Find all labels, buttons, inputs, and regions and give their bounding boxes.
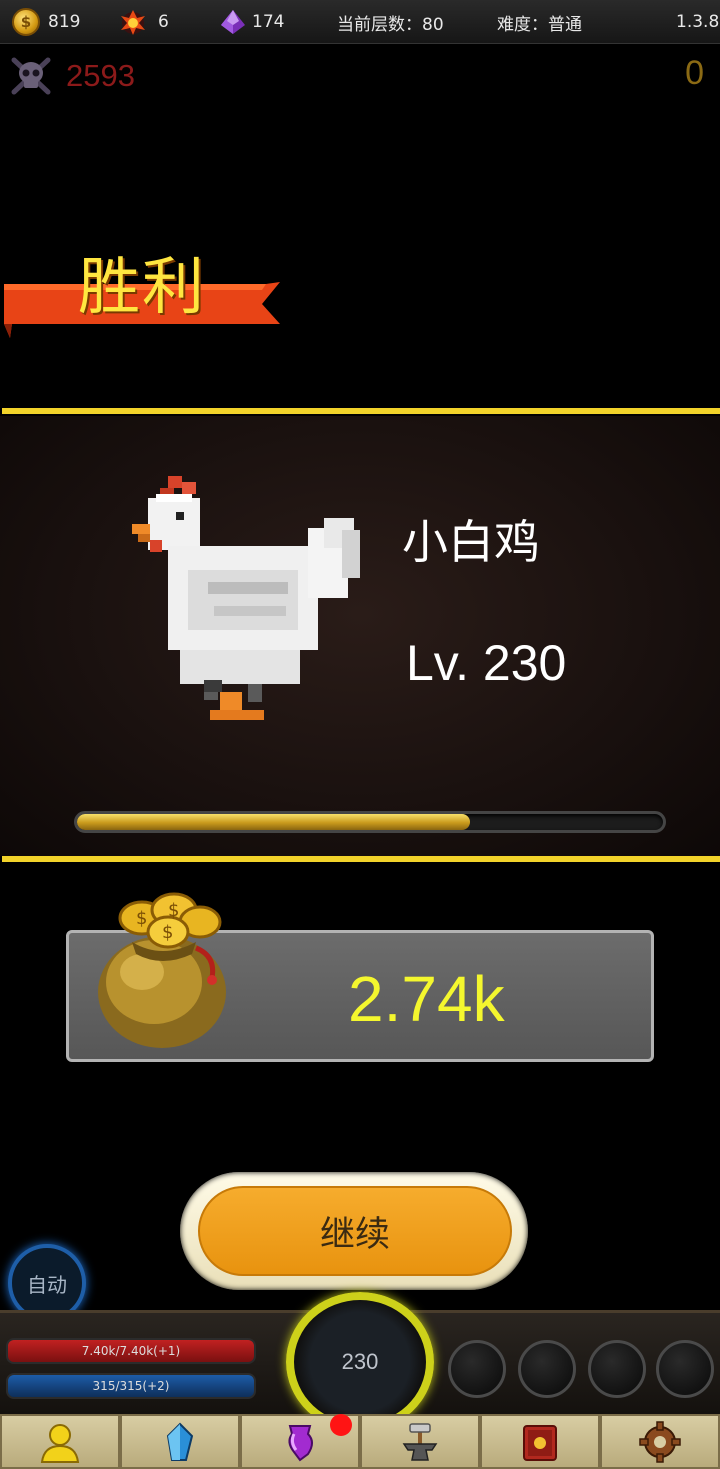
victory-title: 胜利 [78,250,207,323]
nav-character[interactable] [0,1414,120,1469]
skill-slot-4[interactable] [656,1340,714,1398]
floor-label: 当前层数：80 [337,14,444,35]
monster-name: 小白鸡 [402,515,540,569]
svg-text:$: $ [168,900,179,921]
hp-bar: 7.40k/7.40k(+1) [6,1338,256,1364]
divider-top [2,408,720,414]
player-level-orb[interactable]: 230 [286,1292,434,1432]
svg-text:$: $ [136,908,147,929]
skill-slot-1[interactable] [448,1340,506,1398]
monster-progress-bar [74,811,666,833]
gear-icon [639,1420,681,1463]
version-label: 1.3.8 [676,12,720,32]
fire-icon [121,10,145,35]
crystal-icon [166,1422,194,1461]
gems-value: 174 [252,12,285,32]
skull-icon [11,57,51,95]
divider-bottom [2,856,720,862]
gem-icon [221,10,245,34]
nav-potion[interactable] [240,1414,360,1469]
top-status-bar: $ 819 6 174 当前层数：80 难度：普通 1.3.8 [0,0,720,44]
svg-text:$: $ [162,922,173,943]
nav-book[interactable] [480,1414,600,1469]
nav-crystal[interactable] [120,1414,240,1469]
anvil-icon [402,1422,438,1461]
bottom-nav [0,1414,720,1469]
reward-value: 2.74k [348,963,505,1035]
potion-icon [288,1424,313,1461]
monster-level: Lv. 230 [406,635,567,691]
coins-counter: $ 819 [12,0,80,44]
monster-progress-fill [77,814,470,830]
book-icon [523,1424,557,1461]
chicken-sprite [132,476,360,720]
mp-bar: 315/315(+2) [6,1373,256,1399]
kills-value: 2593 [66,58,135,93]
nav-anvil[interactable] [360,1414,480,1469]
moneybag-icon: $ $ $ [98,892,226,1048]
fire-value: 6 [158,12,169,32]
nav-settings[interactable] [600,1414,720,1469]
kill-counter: 2593 [8,54,135,98]
streak-counter: 0 [685,54,704,92]
notification-dot [330,1414,352,1436]
gems-counter: 174 [218,0,284,44]
skill-slot-2[interactable] [518,1340,576,1398]
character-icon [40,1423,80,1463]
coin-icon: $ [12,8,40,36]
skill-slot-3[interactable] [588,1340,646,1398]
continue-button[interactable]: 继续 [198,1186,512,1276]
fire-counter: 6 [118,0,169,44]
coins-value: 819 [48,12,81,32]
difficulty-label: 难度：普通 [497,14,582,35]
